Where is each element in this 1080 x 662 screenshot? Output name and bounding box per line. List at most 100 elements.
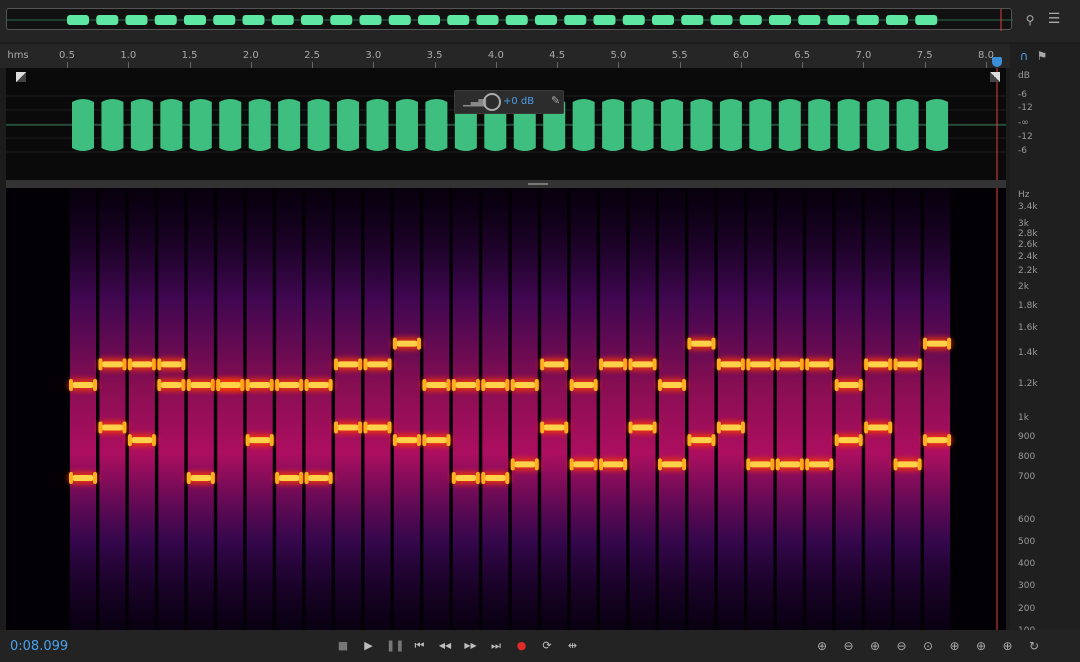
tone-mark xyxy=(513,382,536,388)
tone-mark xyxy=(248,437,271,444)
record-icon[interactable]: ● xyxy=(514,638,530,654)
volume-value[interactable]: +0 dB xyxy=(503,96,534,107)
hz-scale-label: 2k xyxy=(1018,282,1029,292)
tone-mark xyxy=(719,424,742,431)
hz-scale-label: 1.4k xyxy=(1018,348,1038,358)
overview-panel: ⚲ ☰ xyxy=(0,0,1080,42)
snap-icon[interactable]: ∩ xyxy=(1016,48,1032,64)
stop-icon[interactable]: ■ xyxy=(335,638,351,654)
waveform-burst xyxy=(248,99,271,151)
tone-mark xyxy=(631,424,654,431)
time-ruler[interactable]: hms 0.5 1.0 1.5 2.0 2.5 3.0 3.5 4.0 4.5 5.0 5.5 6.0… xyxy=(0,44,1010,68)
tone-mark xyxy=(837,437,860,444)
fade-in-handle-icon[interactable] xyxy=(16,72,26,82)
waveform-burst xyxy=(808,99,831,151)
hz-scale-label: 2.4k xyxy=(1018,252,1038,262)
spectral-column xyxy=(894,188,921,630)
overview-navigator[interactable] xyxy=(6,8,1013,31)
db-scale-label: -12 xyxy=(1018,103,1033,113)
zoom-in-right-icon[interactable]: ⊕ xyxy=(973,638,989,654)
zoom-in-left-icon[interactable]: ⊕ xyxy=(947,638,963,654)
tone-mark xyxy=(219,382,242,388)
skip-back-icon[interactable]: ⏮ xyxy=(412,638,428,654)
ruler-tick-label: 3.5 xyxy=(426,50,443,61)
zoom-full-icon[interactable]: ⊙ xyxy=(920,638,936,654)
overview-clip xyxy=(96,15,119,25)
waveform-display[interactable] xyxy=(6,68,1006,180)
zoom-selection-icon[interactable]: ⊕ xyxy=(1000,638,1016,654)
tone-mark xyxy=(454,475,477,481)
tone-mark xyxy=(395,437,418,444)
tone-mark xyxy=(278,382,301,388)
spectral-column xyxy=(158,188,185,630)
skip-forward-icon[interactable]: ⏭ xyxy=(488,638,504,654)
tone-mark xyxy=(395,340,418,347)
overview-clip xyxy=(213,15,236,25)
spectral-column xyxy=(128,188,155,630)
overview-clip xyxy=(359,15,382,25)
hz-scale-label: 800 xyxy=(1018,452,1036,462)
spectral-column xyxy=(393,188,420,630)
hz-scale-label: 500 xyxy=(1018,537,1036,547)
spectral-column xyxy=(835,188,862,630)
menu-icon[interactable]: ☰ xyxy=(1046,11,1062,27)
ruler-tick-label: 3.0 xyxy=(365,50,382,61)
zoom-in-time-icon[interactable]: ⊕ xyxy=(867,638,883,654)
db-scale-label: -6 xyxy=(1018,146,1027,156)
tone-mark xyxy=(867,361,890,368)
ruler-tick-label: 0.5 xyxy=(59,50,75,61)
tone-mark xyxy=(631,361,654,368)
hz-scale-label: 2.2k xyxy=(1018,266,1038,276)
waveform-burst xyxy=(749,99,772,151)
waveform-burst xyxy=(189,99,212,151)
tone-mark xyxy=(896,361,919,368)
spectral-display[interactable] xyxy=(6,188,1006,630)
waveform-burst xyxy=(337,99,360,151)
waveform-burst xyxy=(219,99,242,151)
overview-waveform xyxy=(7,9,1013,31)
hz-scale-label: 200 xyxy=(1018,604,1036,614)
waveform-burst xyxy=(425,99,448,151)
spectral-column xyxy=(659,188,685,630)
ruler-tick-label: 2.5 xyxy=(304,50,321,61)
fast-forward-icon[interactable]: ▶▶ xyxy=(463,638,479,654)
loop-icon[interactable]: ⟳ xyxy=(539,638,555,654)
zoom-out-time-icon[interactable]: ⊖ xyxy=(894,638,910,654)
play-icon[interactable]: ▶ xyxy=(361,638,377,654)
marker-icon[interactable]: ⚑ xyxy=(1034,48,1050,64)
overview-clip xyxy=(798,15,821,25)
skip-selection-icon[interactable]: ⇹ xyxy=(565,638,581,654)
tone-mark xyxy=(454,382,477,388)
waveform-burst xyxy=(366,99,389,151)
overview-clip xyxy=(856,15,879,25)
spectral-column xyxy=(99,188,126,630)
spectrogram xyxy=(68,188,998,630)
overview-clip xyxy=(67,15,89,25)
zoom-reset-icon[interactable]: ↻ xyxy=(1026,638,1042,654)
time-display[interactable]: 0:08.099 xyxy=(10,639,68,654)
waveform-burst xyxy=(926,99,949,151)
tone-mark xyxy=(926,340,949,347)
pause-icon[interactable]: ❚❚ xyxy=(386,638,404,654)
volume-knob-icon[interactable] xyxy=(483,93,501,111)
playhead-handle-icon[interactable] xyxy=(992,57,1002,67)
fade-out-handle-icon[interactable] xyxy=(990,72,1000,82)
waveform-burst xyxy=(307,99,330,151)
pin-icon[interactable]: ⚲ xyxy=(1022,12,1038,28)
ruler-unit-label: hms xyxy=(7,50,29,61)
ruler-tick-label: 6.5 xyxy=(794,50,811,61)
tone-mark xyxy=(72,382,94,388)
zoom-out-amplitude-icon[interactable]: ⊖ xyxy=(841,638,857,654)
ruler-tick-label: 6.0 xyxy=(732,50,749,61)
spectral-column xyxy=(187,188,214,630)
overview-clip xyxy=(710,15,733,25)
rewind-icon[interactable]: ◀◀ xyxy=(437,638,453,654)
panel-splitter[interactable] xyxy=(6,180,1006,188)
tone-mark xyxy=(661,382,683,388)
pin-hud-icon[interactable]: ✎ xyxy=(551,94,560,107)
overview-clip xyxy=(681,15,704,25)
tone-mark xyxy=(72,475,94,481)
tone-mark xyxy=(837,382,860,388)
zoom-in-amplitude-icon[interactable]: ⊕ xyxy=(814,638,830,654)
scale-column: ∩ ⚑ dB -6 -12 -∞ -12 -6 Hz 3.4k 3k 2.8k 2.6k 2.4… xyxy=(1010,44,1080,636)
